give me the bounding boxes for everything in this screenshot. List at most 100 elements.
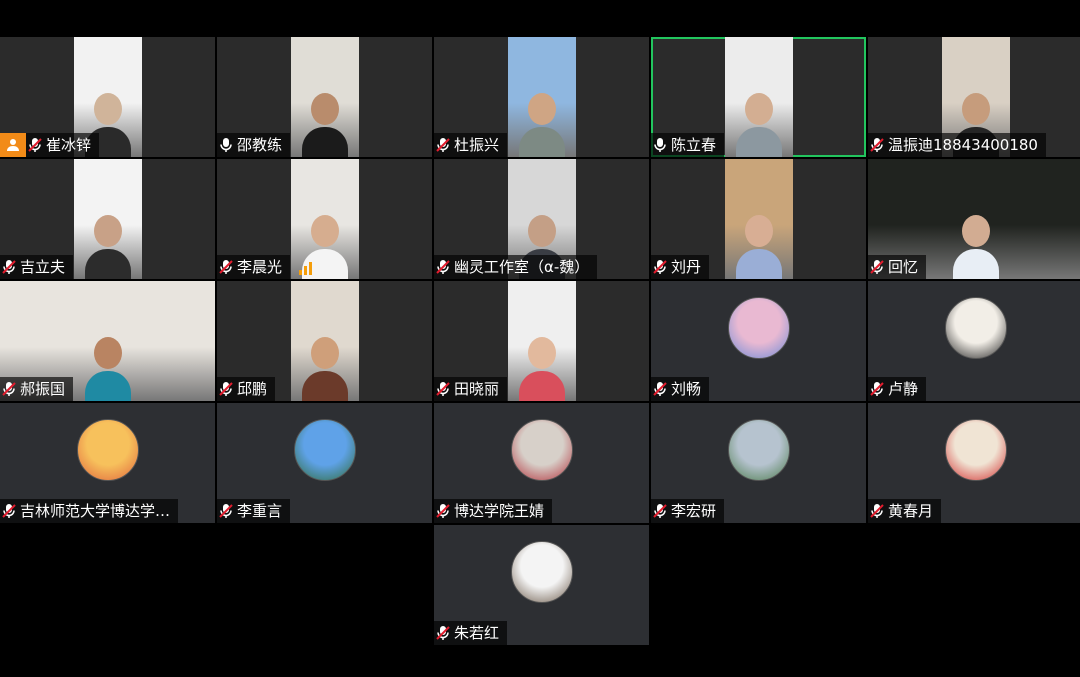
mic-icon [220, 138, 232, 152]
participant-tile[interactable]: 崔冰锌 [0, 37, 215, 157]
participant-name: 吉立夫 [20, 258, 66, 276]
avatar [293, 419, 356, 481]
participant-tile[interactable]: 李宏研 [651, 403, 866, 523]
participant-name-label: 吉立夫 [0, 255, 74, 279]
participant-figure [84, 215, 131, 279]
video-feed [507, 281, 576, 401]
participant-name: 田晓丽 [454, 380, 500, 398]
mic-muted-icon [436, 504, 450, 518]
avatar [510, 419, 573, 481]
participant-figure [84, 337, 131, 401]
participant-name-label: 崔冰锌 [26, 133, 100, 157]
participant-name-label: 李宏研 [651, 499, 725, 523]
participant-name: 李宏研 [671, 502, 717, 520]
mic-muted-icon [2, 260, 16, 274]
participant-name: 刘畅 [671, 380, 702, 398]
participant-tile[interactable]: 陈立春 [651, 37, 866, 157]
participant-name: 黄春月 [888, 502, 934, 520]
avatar [944, 419, 1007, 481]
mic-muted-icon [870, 260, 884, 274]
video-feed [724, 159, 793, 279]
participant-name: 吉林师范大学博达学… [20, 502, 171, 520]
participant-name-label: 邱鹏 [217, 377, 276, 401]
participant-figure [518, 337, 565, 401]
participant-name-label: 刘丹 [651, 255, 710, 279]
video-feed [73, 159, 142, 279]
participant-name: 邵教练 [237, 136, 283, 154]
participant-tile[interactable]: 吉立夫 [0, 159, 215, 279]
participant-name: 杜振兴 [454, 136, 500, 154]
avatar [727, 297, 790, 359]
mic-muted-icon [870, 138, 884, 152]
participant-name: 李晨光 [237, 258, 283, 276]
participant-name-label: 杜振兴 [434, 133, 508, 157]
participant-figure [518, 93, 565, 157]
participant-name: 卢静 [888, 380, 919, 398]
participant-tile[interactable]: 回忆 [868, 159, 1080, 279]
participant-name-label: 李晨光 [217, 255, 291, 279]
participant-figure [952, 215, 999, 279]
participant-name: 朱若红 [454, 624, 500, 642]
mic-muted-icon [219, 260, 233, 274]
participant-tile[interactable]: 吉林师范大学博达学… [0, 403, 215, 523]
mic-muted-icon [436, 260, 450, 274]
participant-name: 李重言 [237, 502, 283, 520]
participant-name-label: 李重言 [217, 499, 291, 523]
video-feed [507, 37, 576, 157]
mic-muted-icon [28, 138, 42, 152]
participant-tile[interactable]: 田晓丽 [434, 281, 649, 401]
participant-name-label: 温振迪18843400180 [868, 133, 1046, 157]
host-icon [0, 133, 26, 157]
mic-muted-icon [436, 626, 450, 640]
participant-tile[interactable]: 黄春月 [868, 403, 1080, 523]
participant-name-label: 吉林师范大学博达学… [0, 499, 179, 523]
participant-tile[interactable]: 邵教练 [217, 37, 432, 157]
participant-name-label: 博达学院王婧 [434, 499, 553, 523]
mic-muted-icon [436, 382, 450, 396]
participant-tile[interactable]: 刘畅 [651, 281, 866, 401]
participant-tile[interactable]: 郝振国 [0, 281, 215, 401]
participant-name: 博达学院王婧 [454, 502, 545, 520]
mic-muted-icon [219, 382, 233, 396]
participant-name-label: 朱若红 [434, 621, 508, 645]
mic-icon [654, 138, 666, 152]
participant-name: 温振迪18843400180 [888, 136, 1038, 154]
participant-tile[interactable]: 幽灵工作室（α-魏） [434, 159, 649, 279]
participant-name-label: 刘畅 [651, 377, 710, 401]
participant-name-label: 田晓丽 [434, 377, 508, 401]
mic-muted-icon [653, 504, 667, 518]
participant-name: 回忆 [888, 258, 919, 276]
participant-name: 郝振国 [20, 380, 66, 398]
mic-muted-icon [2, 382, 16, 396]
signal-bars-icon [299, 261, 313, 275]
participant-tile[interactable]: 刘丹 [651, 159, 866, 279]
participant-tile[interactable]: 朱若红 [434, 525, 649, 645]
mic-muted-icon [870, 504, 884, 518]
participant-name: 邱鹏 [237, 380, 268, 398]
participant-figure [301, 93, 348, 157]
participant-name-label: 回忆 [868, 255, 927, 279]
video-feed [724, 37, 793, 157]
participant-figure [735, 93, 782, 157]
avatar [76, 419, 139, 481]
mic-muted-icon [653, 382, 667, 396]
participant-tile[interactable]: 李重言 [217, 403, 432, 523]
participant-name-label: 郝振国 [0, 377, 74, 401]
video-feed [290, 281, 359, 401]
participant-tile[interactable]: 卢静 [868, 281, 1080, 401]
avatar [510, 541, 573, 603]
participant-name-label: 陈立春 [651, 133, 725, 157]
participant-name-label: 邵教练 [217, 133, 291, 157]
participant-tile[interactable]: 邱鹏 [217, 281, 432, 401]
participant-name: 刘丹 [671, 258, 702, 276]
participant-tile[interactable]: 李晨光 [217, 159, 432, 279]
participant-name-label: 黄春月 [868, 499, 942, 523]
participant-grid: 崔冰锌 邵教练 杜振兴 陈立春 温振迪18843400180 吉立夫 李晨光 幽灵工作室（α-… [0, 37, 1080, 647]
participant-tile[interactable]: 博达学院王婧 [434, 403, 649, 523]
participant-name: 陈立春 [671, 136, 717, 154]
avatar [944, 297, 1007, 359]
participant-tile[interactable]: 温振迪18843400180 [868, 37, 1080, 157]
participant-tile[interactable]: 杜振兴 [434, 37, 649, 157]
participant-figure [301, 337, 348, 401]
participant-name-label: 卢静 [868, 377, 927, 401]
